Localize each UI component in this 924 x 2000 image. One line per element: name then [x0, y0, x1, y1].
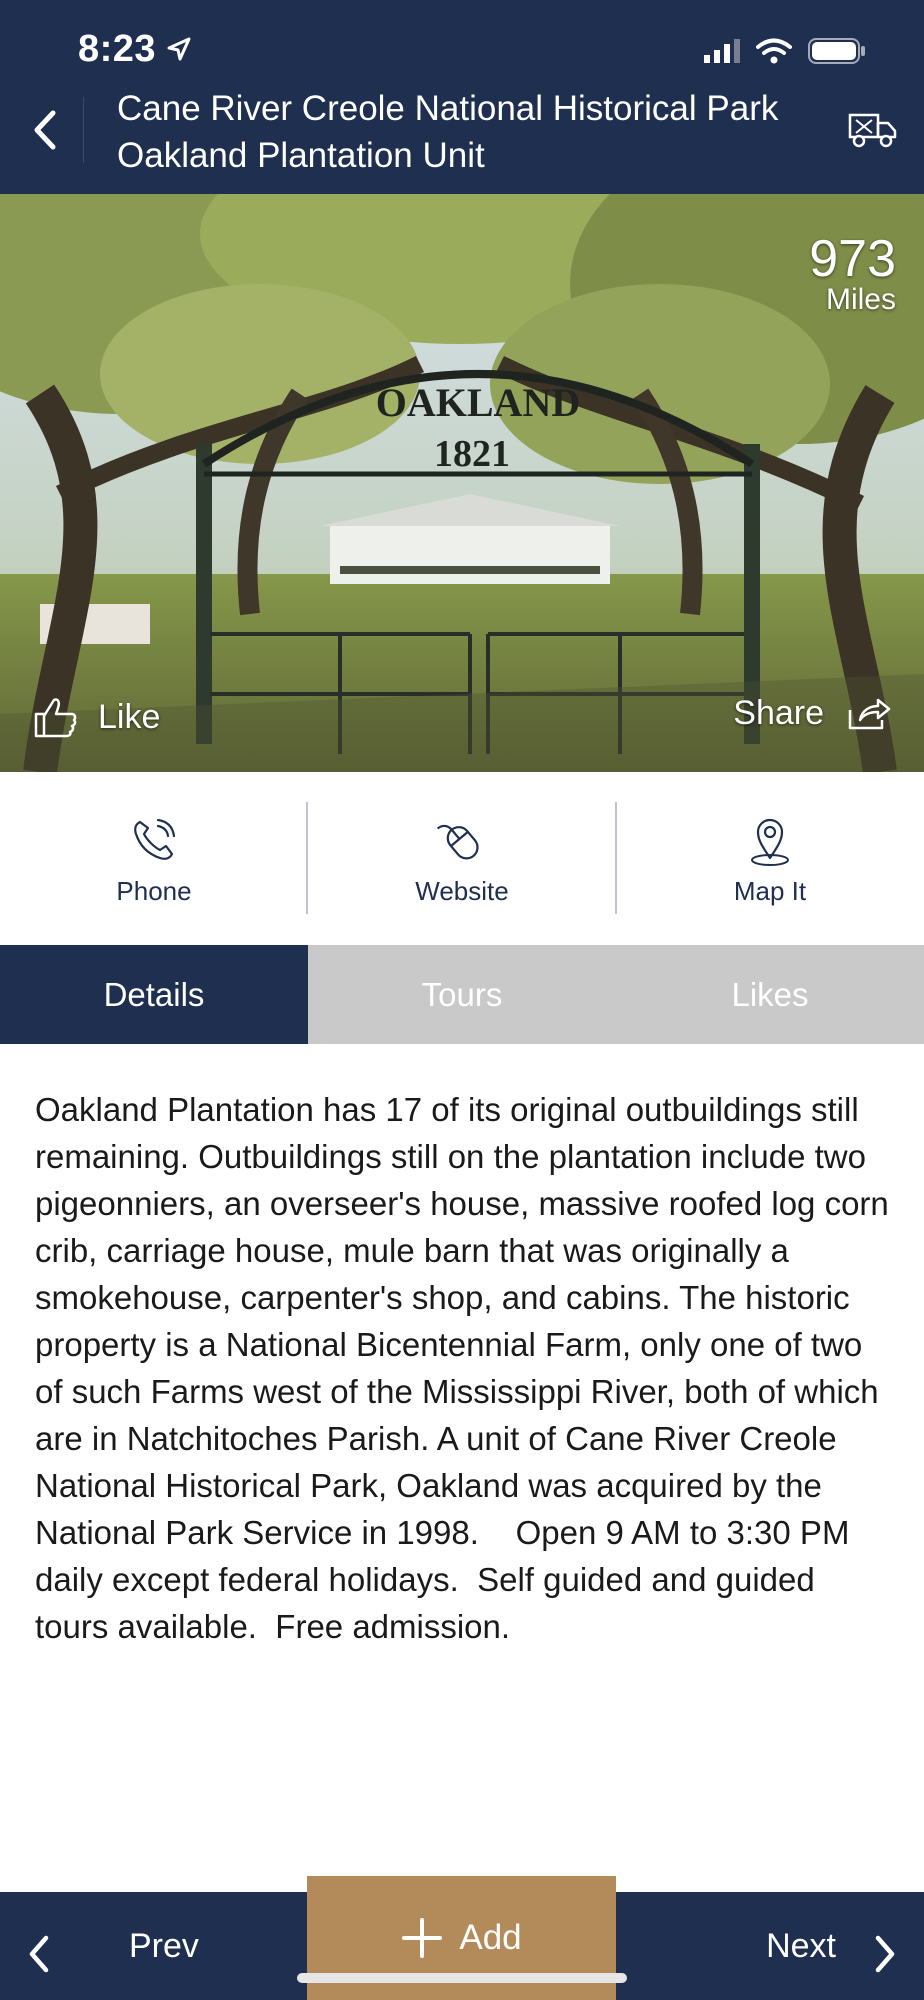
tab-tours[interactable]: Tours	[308, 945, 616, 1044]
truck-icon	[848, 113, 897, 148]
location-arrow-icon	[167, 37, 191, 61]
prev-label: Prev	[129, 1926, 199, 1965]
prev-button[interactable]: Prev	[18, 1892, 288, 2000]
like-button[interactable]: Like	[32, 694, 160, 740]
tab-likes[interactable]: Likes	[616, 945, 924, 1044]
plantation-photo: OAKLAND 1821	[0, 194, 924, 772]
details-text: Oakland Plantation has 17 of its origina…	[35, 1091, 898, 1645]
page-title-line2: Oakland Plantation Unit	[117, 136, 485, 175]
phone-button[interactable]: Phone	[0, 772, 308, 945]
distance-value: 973	[809, 230, 896, 288]
battery-icon	[808, 38, 865, 64]
status-bar: 8:23	[0, 0, 924, 70]
hero-image: OAKLAND 1821 973 Miles Like Share	[0, 194, 924, 772]
mouse-icon	[436, 824, 479, 860]
action-bar: Phone Website Map It	[0, 772, 924, 945]
map-it-label: Map It	[733, 876, 807, 906]
thumbs-up-icon	[34, 698, 77, 738]
chevron-left-icon	[34, 110, 56, 150]
like-label: Like	[98, 697, 161, 736]
chevron-left-icon	[29, 1935, 49, 1973]
plus-icon	[402, 1918, 443, 1958]
nav-header: Cane River Creole National Historical Pa…	[0, 65, 924, 194]
map-it-button[interactable]: Map It	[616, 772, 924, 945]
share-button[interactable]: Share	[733, 694, 892, 733]
phone-icon	[134, 818, 176, 860]
website-label: Website	[415, 876, 509, 906]
back-button[interactable]	[22, 101, 66, 159]
tab-details[interactable]: Details	[0, 945, 308, 1044]
share-label: Share	[733, 694, 824, 732]
gate-sign-year: 1821	[434, 433, 510, 475]
distance-readout: 973 Miles	[809, 230, 896, 316]
wifi-icon	[756, 38, 792, 64]
trip-planner-button[interactable]	[848, 107, 898, 151]
next-label: Next	[766, 1926, 836, 1965]
page-title-line1: Cane River Creole National Historical Pa…	[117, 89, 779, 128]
phone-label: Phone	[116, 876, 192, 906]
website-button[interactable]: Website	[308, 772, 616, 945]
chevron-right-icon	[875, 1935, 895, 1973]
home-indicator[interactable]	[297, 1973, 627, 1983]
status-icons	[704, 38, 866, 64]
share-icon	[848, 698, 891, 729]
nav-divider	[83, 97, 84, 163]
signal-icon	[704, 39, 740, 63]
page-title: Cane River Creole National Historical Pa…	[117, 85, 837, 179]
tab-bar: Details Tours Likes	[0, 945, 924, 1044]
distance-unit: Miles	[825, 283, 896, 316]
next-button[interactable]: Next	[636, 1892, 906, 2000]
gate-sign-text: OAKLAND	[376, 380, 580, 425]
map-pin-icon	[751, 818, 789, 866]
add-label: Add	[459, 1918, 522, 1957]
